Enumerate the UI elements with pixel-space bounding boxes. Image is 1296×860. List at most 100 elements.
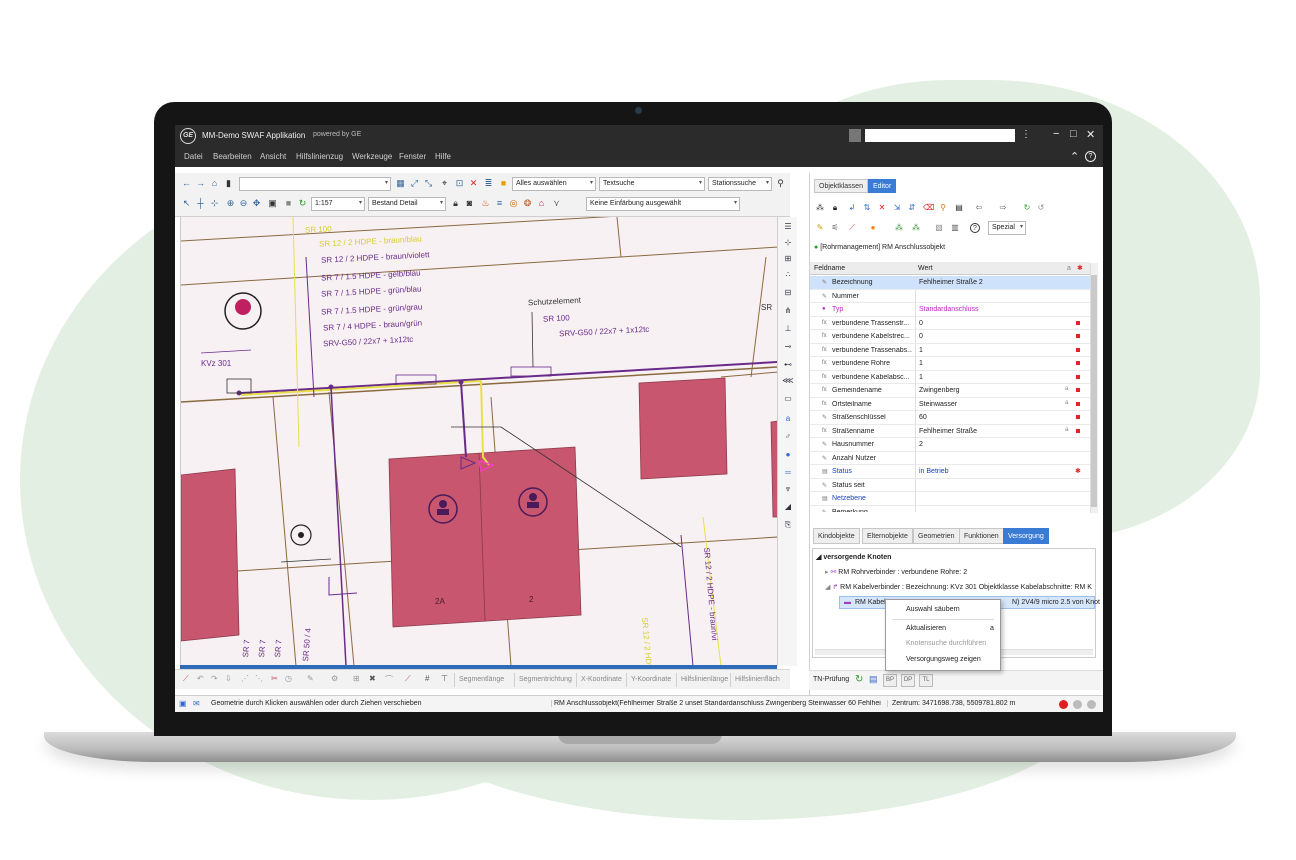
undo-icon[interactable]: ↶ (197, 674, 204, 683)
zoom-in-icon[interactable]: ⊕ (225, 198, 236, 209)
tab-kindobjekte[interactable]: Kindobjekte (813, 528, 860, 544)
maximize-button[interactable]: □ (1070, 128, 1077, 140)
forward-object-icon[interactable]: ⇨ (998, 203, 1008, 213)
field-value[interactable] (915, 492, 1063, 505)
field-value[interactable]: 60 (915, 411, 1063, 424)
pencil-icon[interactable]: ✎ (815, 223, 825, 233)
location-combo[interactable]: ▾ (239, 177, 391, 191)
lock-icon[interactable]: 🔒︎ (830, 203, 840, 213)
delete-icon[interactable]: ✕ (468, 178, 479, 189)
menu-fenster[interactable]: Fenster (399, 152, 426, 161)
property-row[interactable]: ✎ Bemerkung (810, 505, 1090, 512)
pan-icon[interactable]: ✥ (251, 198, 262, 209)
snap-icon[interactable]: ⊹ (209, 198, 220, 209)
field-value[interactable]: Steinwasser (915, 397, 1063, 411)
field-value[interactable] (915, 478, 1063, 492)
field-value[interactable]: Fehlheimer Straße (915, 424, 1063, 438)
grid-icon[interactable]: ≡ (494, 198, 505, 209)
field-value[interactable]: Standardanschluss (915, 303, 1063, 316)
tn-document-icon[interactable]: ▤ (869, 674, 878, 685)
branch-icon[interactable]: ⋔ (782, 305, 794, 317)
tab-editor[interactable]: Editor (868, 179, 897, 193)
funnel-icon[interactable]: ⩔ (782, 483, 794, 495)
help-object-icon[interactable]: ? (970, 223, 980, 233)
home-icon[interactable]: ⌂ (209, 178, 220, 189)
hash-icon[interactable]: # (425, 674, 429, 683)
tab-elternobjekte[interactable]: Elternobjekte (862, 528, 913, 544)
table-icon[interactable]: ▦ (395, 178, 406, 189)
edit-lines-icon[interactable]: ⚟ (830, 223, 840, 233)
tree-expand-icon[interactable]: ◢ (816, 554, 821, 561)
split-icon[interactable]: ⊞ (782, 253, 794, 265)
search-icon[interactable]: ⚲ (775, 178, 786, 189)
select-all-icon[interactable]: ⊡ (454, 178, 465, 189)
wrench-icon[interactable]: ⚙ (331, 674, 338, 683)
title-search-input[interactable] (865, 129, 1015, 142)
field-value[interactable]: 2 (915, 438, 1063, 451)
flame-icon[interactable]: ♨ (480, 198, 491, 209)
field-value[interactable] (915, 289, 1063, 303)
building-icon[interactable]: ▤ (954, 203, 964, 213)
node-add-icon[interactable]: ⁂ (911, 223, 921, 233)
property-row[interactable]: fx Straßenname Fehlheimer Straße a (810, 424, 1090, 438)
merge-icon[interactable]: ⇵ (907, 203, 917, 213)
curve-icon[interactable]: ⌒ (385, 674, 393, 685)
zoom-fit-icon[interactable]: ⤡ (423, 178, 434, 189)
tab-geometrien[interactable]: Geometrien (913, 528, 960, 544)
field-value[interactable]: 1 (915, 357, 1063, 370)
vertex2-icon[interactable]: ⋱ (255, 674, 263, 683)
menu-hilfe[interactable]: Hilfe (435, 152, 451, 161)
point-icon[interactable]: ● (782, 449, 794, 461)
route-icon[interactable]: ⋘ (782, 375, 794, 387)
cut-icon[interactable]: ✂ (271, 674, 278, 683)
lock-icon[interactable]: 🔒︎ (450, 198, 461, 209)
snap-grid-icon[interactable]: ⊞ (353, 674, 360, 683)
tab-funktionen[interactable]: Funktionen (959, 528, 1004, 544)
tn-bp-button[interactable]: BP (883, 674, 897, 687)
label-icon[interactable]: a (782, 413, 794, 425)
property-row[interactable]: fx verbundene Rohre 1 (810, 357, 1090, 371)
ctx-aktualisieren[interactable]: Aktualisieren (906, 625, 946, 632)
property-row[interactable]: fx verbundene Kabelabsc... 1 (810, 370, 1090, 384)
pen-icon[interactable]: ✎ (307, 674, 314, 683)
menu-bearbeiten[interactable]: Bearbeiten (213, 152, 252, 161)
menu-werkzeuge[interactable]: Werkzeuge (352, 152, 392, 161)
delete-object-icon[interactable]: ✕ (877, 203, 887, 213)
folder-icon[interactable]: ■ (498, 178, 509, 189)
property-row[interactable]: ✎ Status seit (810, 478, 1090, 492)
stationsearch-combo[interactable]: Stationssuche ▾ (708, 177, 772, 191)
ctx-auswahl-saeubern[interactable]: Auswahl säubern (906, 606, 960, 613)
property-row[interactable]: ✎ Straßenschlüssel 60 (810, 411, 1090, 425)
join-icon[interactable]: ⊷ (782, 359, 794, 371)
node-icon[interactable]: ⊟ (782, 287, 794, 299)
pointer-icon[interactable]: ↖ (181, 198, 192, 209)
segment-length-field[interactable]: Segmentlänge (454, 673, 514, 687)
field-value[interactable]: 1 (915, 370, 1063, 384)
ctx-knotensuche[interactable]: Knotensuche durchführen (906, 640, 986, 647)
property-row[interactable]: fx Gemeindename Zwingenberg a (810, 384, 1090, 398)
corner-icon[interactable]: ◢ (782, 501, 794, 513)
property-row[interactable]: ● Typ Standardanschluss (810, 303, 1090, 317)
tab-objektklassen[interactable]: Objektklassen (814, 179, 868, 193)
property-row[interactable]: fx verbundene Trassenstr... 0 (810, 316, 1090, 330)
refresh-object-icon[interactable]: ↻ (1022, 203, 1032, 213)
helper-area-field[interactable]: Hilfslinienfläch (730, 673, 788, 687)
special-combo[interactable]: Spezial ▾ (988, 221, 1026, 235)
property-row[interactable]: fx verbundene Trassenabs... 1 (810, 343, 1090, 357)
flip-icon[interactable]: ⇅ (862, 203, 872, 213)
vertex-icon[interactable]: ⋰ (241, 674, 249, 683)
detail-combo[interactable]: Bestand Detail ▾ (368, 197, 446, 211)
print-icon[interactable]: ▣ (267, 198, 278, 209)
bookmark-icon[interactable]: ▮ (223, 178, 234, 189)
tn-refresh-icon[interactable]: ↻ (855, 674, 863, 685)
cross-icon[interactable]: ✖ (369, 674, 376, 683)
scale-combo[interactable]: 1:157 ▾ (311, 197, 365, 211)
filter-icon[interactable]: ⋎ (551, 198, 562, 209)
tree-root[interactable]: ◢ versorgende Knoten (816, 553, 891, 561)
refresh-icon[interactable]: ↻ (297, 198, 308, 209)
list-icon[interactable]: ≣ (483, 178, 494, 189)
line-icon[interactable]: ═ (782, 467, 794, 479)
tn-dp-button[interactable]: DP (901, 674, 915, 687)
selection-combo[interactable]: Alles auswählen ▾ (512, 177, 596, 191)
edit-vertex-icon[interactable]: ⊹ (782, 237, 794, 249)
